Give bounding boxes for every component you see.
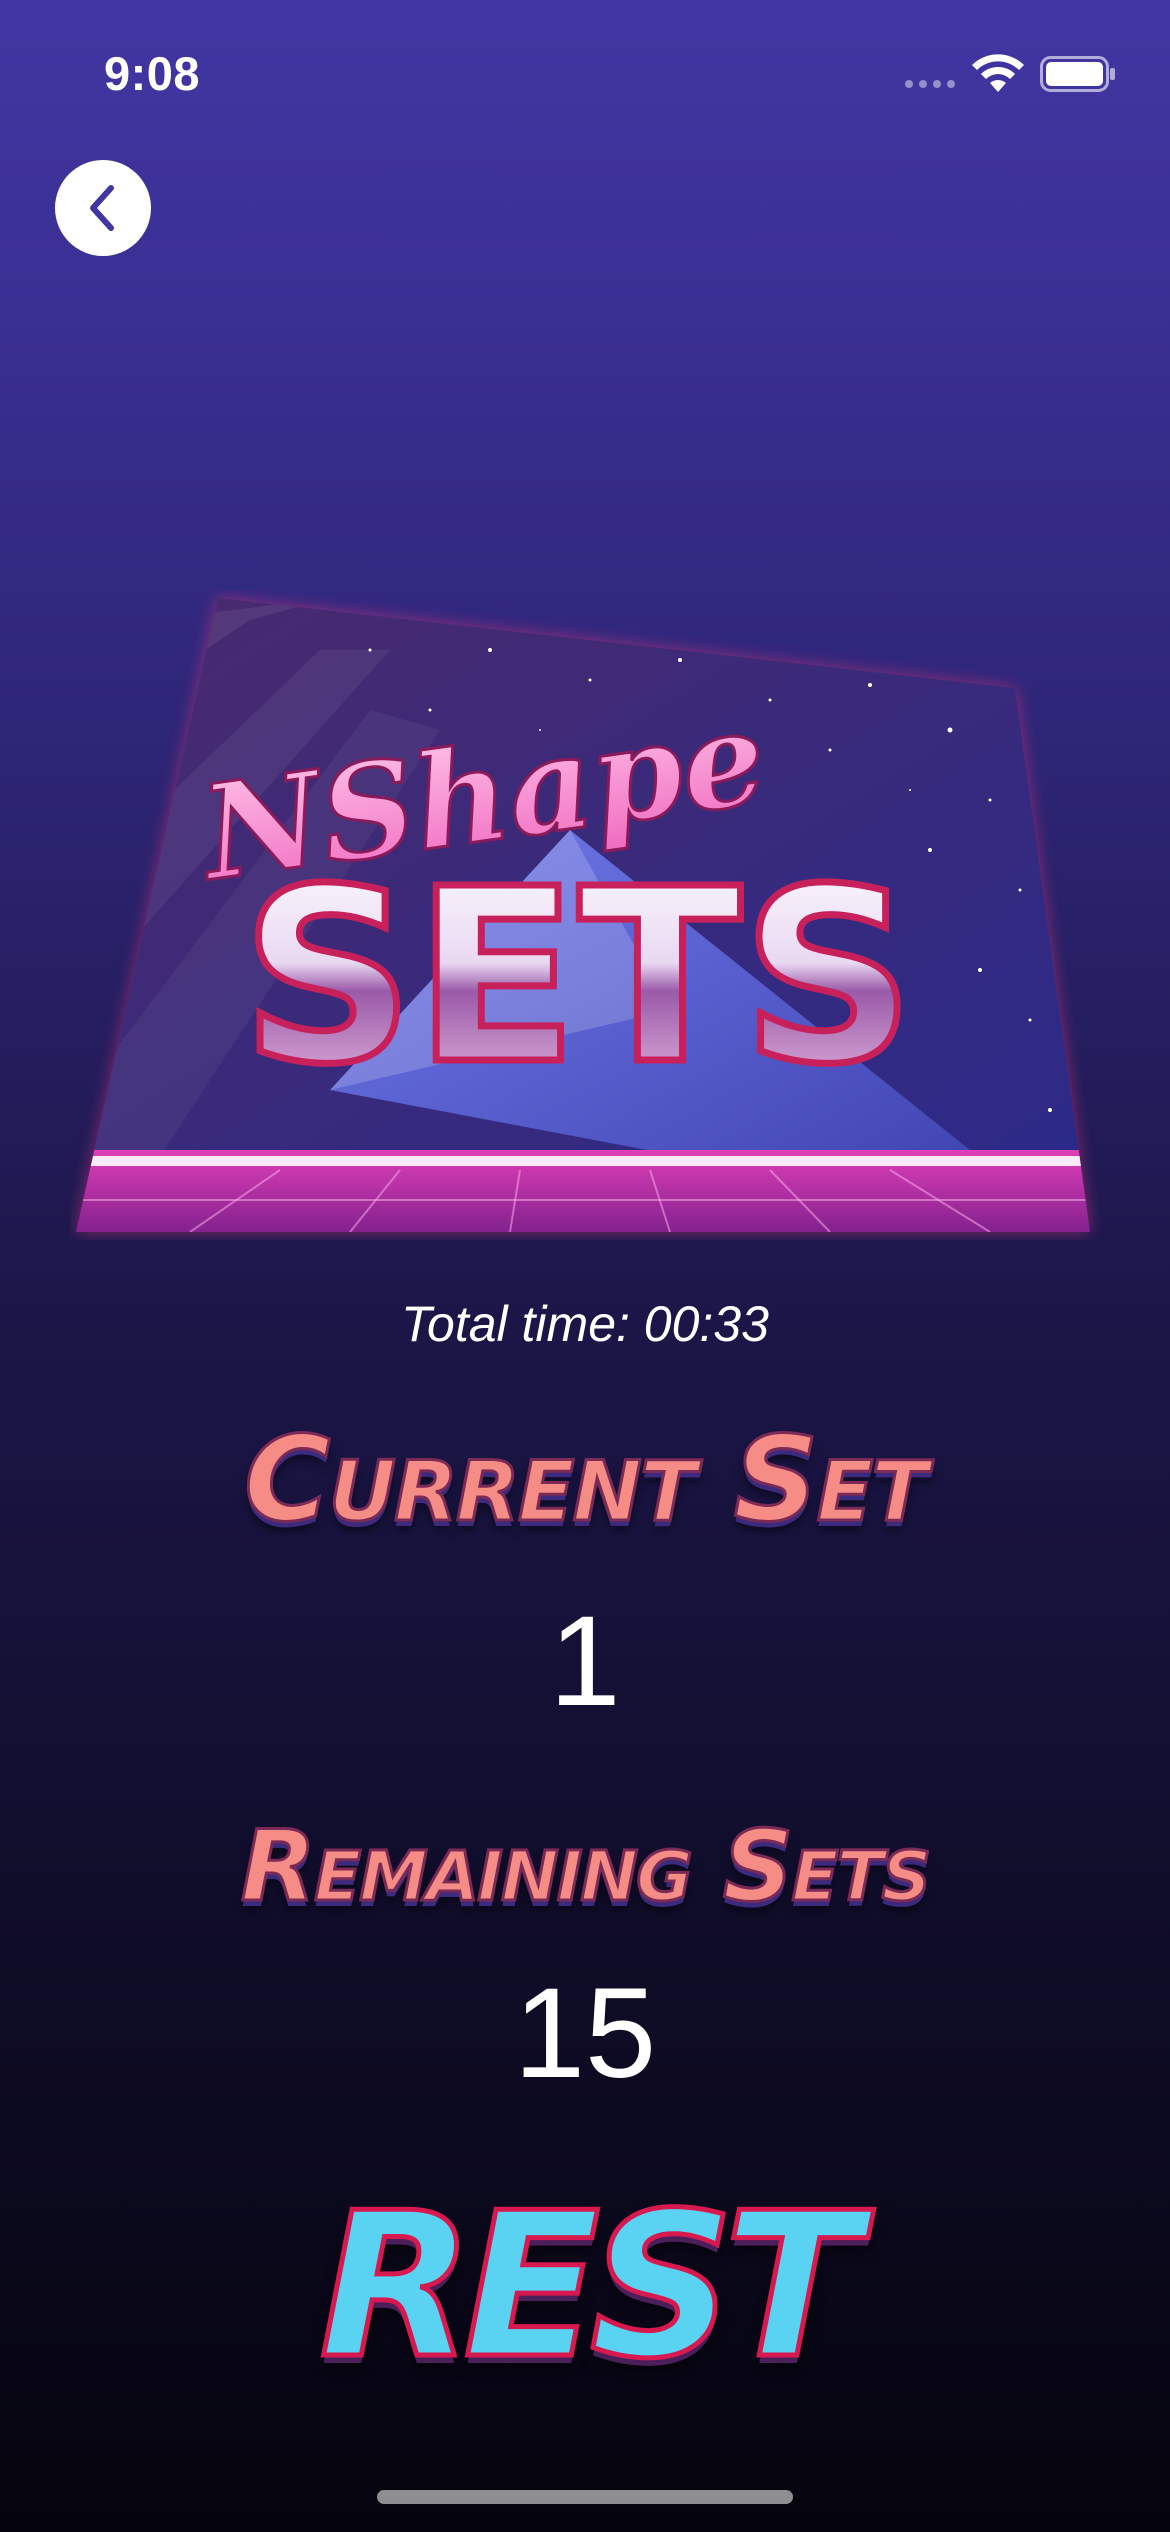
home-indicator xyxy=(377,2490,793,2504)
status-bar: 9:08 xyxy=(0,0,1170,140)
rest-state-label: REST xyxy=(317,2168,863,2406)
remaining-sets-value: 15 xyxy=(513,1962,657,2105)
chevron-left-icon xyxy=(90,185,114,231)
wifi-icon xyxy=(972,54,1024,92)
battery-icon xyxy=(1040,56,1115,92)
remaining-sets-label: Remaining Sets xyxy=(239,1809,933,1926)
current-set-value: 1 xyxy=(549,1590,621,1733)
current-set-label: Current Set xyxy=(243,1409,930,1550)
signal-dots-icon xyxy=(905,80,955,88)
back-button[interactable] xyxy=(55,160,151,256)
status-time: 9:08 xyxy=(104,47,201,100)
total-time: Total time: 00:33 xyxy=(401,1296,769,1352)
nshape-sets-logo: SETS NShape xyxy=(76,598,1090,1232)
